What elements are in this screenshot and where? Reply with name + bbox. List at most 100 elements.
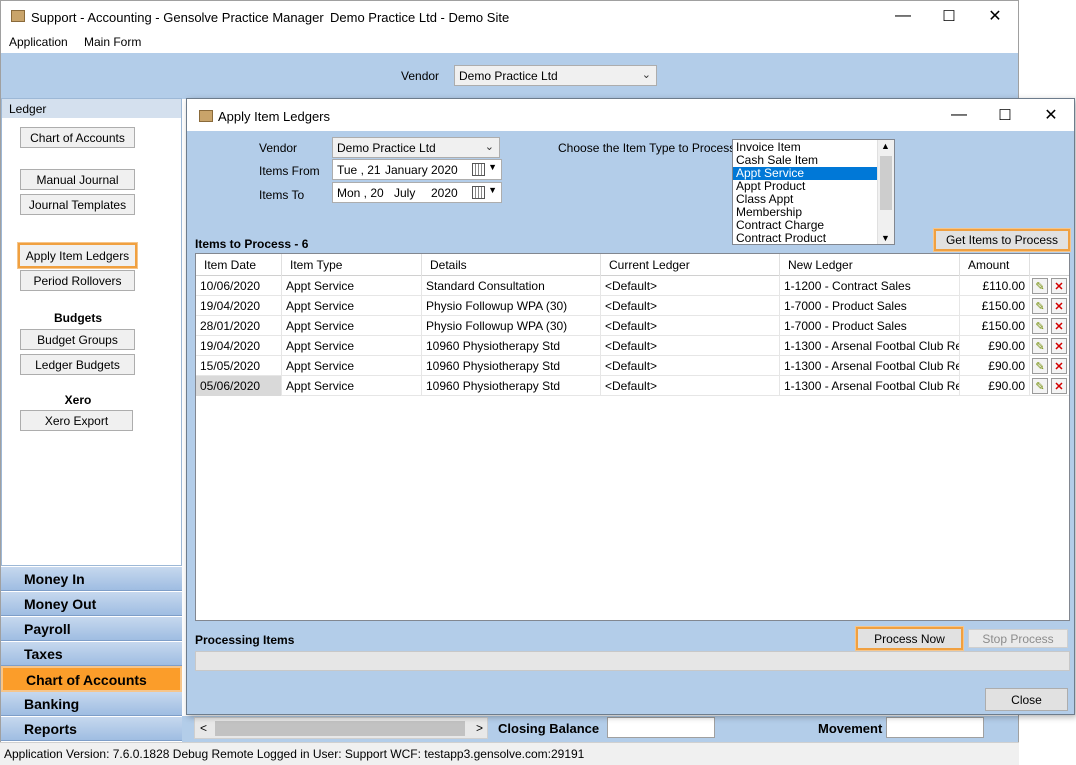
chart-of-accounts-button[interactable]: Chart of Accounts xyxy=(20,127,135,148)
cell-current-ledger: <Default> xyxy=(601,356,780,376)
minimize-icon[interactable]: — xyxy=(880,1,926,31)
period-rollovers-button[interactable]: Period Rollovers xyxy=(20,270,135,291)
items-to-label: Items To xyxy=(259,188,305,202)
cell-details: 10960 Physiotherapy Std xyxy=(422,376,601,396)
cell-item-type: Appt Service xyxy=(282,316,422,336)
get-items-button[interactable]: Get Items to Process xyxy=(934,229,1070,251)
menu-main-form[interactable]: Main Form xyxy=(84,35,141,49)
table-row[interactable]: 19/04/2020 Appt Service Physio Followup … xyxy=(196,296,1069,316)
vendor-bar: Vendor Demo Practice Ltd ⌄ xyxy=(1,53,1018,99)
pencil-icon[interactable]: ✎ xyxy=(1032,318,1048,334)
scrollbar-thumb[interactable] xyxy=(215,721,465,736)
dialog-vendor-value: Demo Practice Ltd xyxy=(337,141,436,155)
table-row[interactable]: 28/01/2020 Appt Service Physio Followup … xyxy=(196,316,1069,336)
col-item-date[interactable]: Item Date xyxy=(196,254,282,276)
chevron-down-icon[interactable]: ▼ xyxy=(881,233,890,243)
xero-export-button[interactable]: Xero Export xyxy=(20,410,133,431)
maximize-icon[interactable]: ☐ xyxy=(926,1,972,31)
nav-reports[interactable]: Reports xyxy=(1,717,182,741)
chevron-down-icon[interactable]: ▼ xyxy=(488,185,497,195)
items-from-date-picker[interactable]: Tue , 21 January 2020 ▼ xyxy=(332,159,502,180)
col-new-ledger[interactable]: New Ledger xyxy=(780,254,960,276)
dialog-maximize-icon[interactable]: ☐ xyxy=(982,100,1028,130)
vendor-select[interactable]: Demo Practice Ltd ⌄ xyxy=(454,65,657,86)
ledger-budgets-button[interactable]: Ledger Budgets xyxy=(20,354,135,375)
manual-journal-button[interactable]: Manual Journal xyxy=(20,169,135,190)
dialog-titlebar: Apply Item Ledgers — ☐ ✕ xyxy=(187,99,1074,131)
nav-banking[interactable]: Banking xyxy=(1,692,182,716)
scrollbar-thumb[interactable] xyxy=(880,156,892,210)
item-type-listbox[interactable]: Invoice Item Cash Sale Item Appt Service… xyxy=(732,139,895,245)
cell-details: 10960 Physiotherapy Std xyxy=(422,356,601,376)
cell-item-date-selected: 05/06/2020 xyxy=(196,376,282,396)
apply-item-ledgers-button[interactable]: Apply Item Ledgers xyxy=(18,243,137,268)
item-type-option[interactable]: Contract Product xyxy=(733,232,877,245)
table-row[interactable]: 19/04/2020 Appt Service 10960 Physiother… xyxy=(196,336,1069,356)
delete-icon[interactable]: ✕ xyxy=(1051,338,1067,354)
nav-money-out[interactable]: Money Out xyxy=(1,592,182,616)
items-to-day: Mon , 20 xyxy=(337,186,384,200)
delete-icon[interactable]: ✕ xyxy=(1051,358,1067,374)
delete-icon[interactable]: ✕ xyxy=(1051,378,1067,394)
process-now-button[interactable]: Process Now xyxy=(856,627,963,650)
delete-icon[interactable]: ✕ xyxy=(1051,278,1067,294)
close-icon[interactable]: ✕ xyxy=(972,1,1018,31)
dialog-vendor-select[interactable]: Demo Practice Ltd ⌄ xyxy=(332,137,500,158)
pencil-icon[interactable]: ✎ xyxy=(1032,298,1048,314)
journal-templates-button[interactable]: Journal Templates xyxy=(20,194,135,215)
calendar-icon[interactable] xyxy=(472,186,485,199)
table-row[interactable]: 10/06/2020 Appt Service Standard Consult… xyxy=(196,276,1069,296)
cell-details: 10960 Physiotherapy Std xyxy=(422,336,601,356)
pencil-icon[interactable]: ✎ xyxy=(1032,278,1048,294)
chevron-up-icon[interactable]: ▲ xyxy=(881,141,890,151)
cell-current-ledger: <Default> xyxy=(601,336,780,356)
items-to-date-picker[interactable]: Mon , 20 July 2020 ▼ xyxy=(332,182,502,203)
table-row[interactable]: 15/05/2020 Appt Service 10960 Physiother… xyxy=(196,356,1069,376)
dialog-close-icon[interactable]: ✕ xyxy=(1028,100,1074,130)
dialog-vendor-label: Vendor xyxy=(259,141,298,155)
delete-icon[interactable]: ✕ xyxy=(1051,298,1067,314)
menubar: Application Main Form xyxy=(1,31,1018,53)
scroll-right-icon[interactable]: > xyxy=(476,721,483,735)
calendar-icon[interactable] xyxy=(472,163,485,176)
item-type-scrollbar[interactable]: ▲ ▼ xyxy=(877,140,894,244)
vendor-label: Vendor xyxy=(401,69,440,83)
item-type-label: Choose the Item Type to Process xyxy=(558,141,736,155)
close-button[interactable]: Close xyxy=(985,688,1068,711)
pencil-icon[interactable]: ✎ xyxy=(1032,338,1048,354)
dialog-app-icon xyxy=(199,110,213,122)
items-from-month: January xyxy=(385,163,428,177)
cell-new-ledger: 1-1200 - Contract Sales xyxy=(780,276,960,296)
chevron-down-icon: ⌄ xyxy=(484,141,494,153)
stop-process-button[interactable]: Stop Process xyxy=(968,629,1068,648)
col-current-ledger[interactable]: Current Ledger xyxy=(601,254,780,276)
cell-new-ledger: 1-1300 - Arsenal Footbal Club Rev... xyxy=(780,376,960,396)
col-amount[interactable]: Amount xyxy=(960,254,1030,276)
app-icon xyxy=(11,10,25,22)
cell-item-type: Appt Service xyxy=(282,356,422,376)
cell-amount: £150.00 xyxy=(960,316,1030,336)
col-details[interactable]: Details xyxy=(422,254,601,276)
nav-taxes[interactable]: Taxes xyxy=(1,642,182,666)
table-row[interactable]: 05/06/2020 Appt Service 10960 Physiother… xyxy=(196,376,1069,396)
cell-item-date: 10/06/2020 xyxy=(196,276,282,296)
movement-field xyxy=(886,717,984,738)
cell-amount: £90.00 xyxy=(960,376,1030,396)
cell-item-type: Appt Service xyxy=(282,276,422,296)
pencil-icon[interactable]: ✎ xyxy=(1032,358,1048,374)
chevron-down-icon[interactable]: ▼ xyxy=(488,162,497,172)
dialog-minimize-icon[interactable]: — xyxy=(936,100,982,130)
cell-current-ledger: <Default> xyxy=(601,376,780,396)
horizontal-scrollbar[interactable]: < > xyxy=(194,717,488,739)
nav-chart-of-accounts[interactable]: Chart of Accounts xyxy=(1,666,182,692)
chevron-down-icon: ⌄ xyxy=(641,69,651,81)
items-from-day: Tue , 21 xyxy=(337,163,381,177)
col-item-type[interactable]: Item Type xyxy=(282,254,422,276)
menu-application[interactable]: Application xyxy=(9,35,68,49)
nav-money-in[interactable]: Money In xyxy=(1,567,182,591)
budget-groups-button[interactable]: Budget Groups xyxy=(20,329,135,350)
delete-icon[interactable]: ✕ xyxy=(1051,318,1067,334)
nav-payroll[interactable]: Payroll xyxy=(1,617,182,641)
scroll-left-icon[interactable]: < xyxy=(200,721,207,735)
pencil-icon[interactable]: ✎ xyxy=(1032,378,1048,394)
